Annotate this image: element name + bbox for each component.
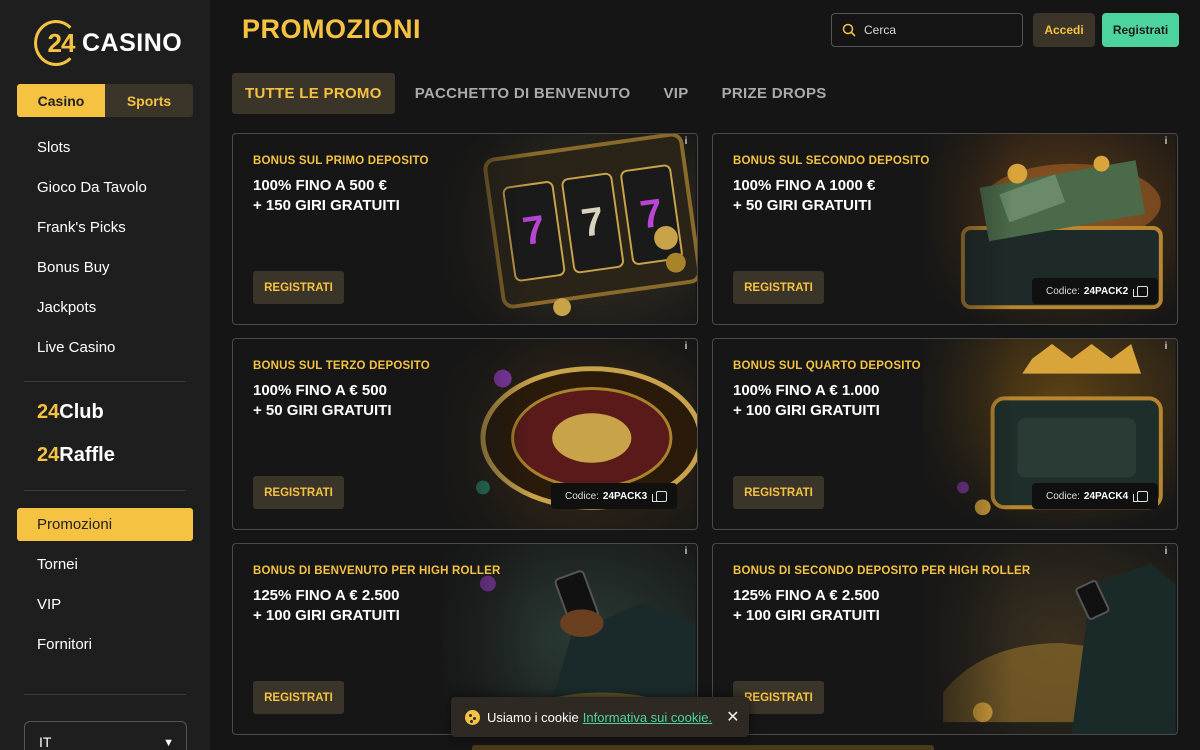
language-select[interactable]: IT ▼	[24, 721, 187, 750]
copy-icon[interactable]	[1133, 490, 1149, 502]
tab-welcome-package[interactable]: PACCHETTO DI BENVENUTO	[402, 73, 644, 114]
code-value: 24PACK2	[1083, 285, 1129, 297]
art-fade	[413, 339, 533, 529]
info-icon[interactable]: i	[679, 546, 693, 560]
sidebar-item-tornei[interactable]: Tornei	[0, 544, 210, 584]
app: 24 CASINO Casino Sports Slots Gioco Da T…	[0, 0, 1200, 750]
logo-text: CASINO	[82, 28, 183, 57]
close-icon[interactable]: ✕	[726, 707, 739, 727]
promo-code-chip: Codice: 24PACK3	[551, 483, 678, 509]
logo[interactable]: 24 CASINO	[34, 20, 182, 66]
promo-register-button[interactable]: REGISTRATI	[253, 476, 344, 509]
promo-offer: 125% FINO A € 2.500	[733, 587, 880, 604]
language-value: IT	[39, 734, 52, 750]
register-button[interactable]: Registrati	[1102, 13, 1179, 47]
sidebar-item-franks-picks[interactable]: Frank's Picks	[0, 207, 210, 247]
sidebar-link-24-club[interactable]: 24Club	[37, 401, 104, 424]
promo-card: i BONUS SUL QUARTO DEPOSITO 100% FINO A …	[712, 338, 1178, 530]
art-fade	[413, 134, 533, 324]
promo-offer: 100% FINO A 500 €	[253, 177, 387, 194]
info-icon[interactable]: i	[1159, 136, 1173, 150]
sidebar-divider	[24, 694, 186, 695]
code-label: Codice:	[565, 490, 599, 502]
info-icon[interactable]: i	[1159, 546, 1173, 560]
promo-code-chip: Codice: 24PACK2	[1032, 278, 1159, 304]
segment-casino[interactable]: Casino	[17, 84, 105, 117]
promo-code-chip: Codice: 24PACK4	[1032, 483, 1159, 509]
sidebar-link-24-raffle[interactable]: 24Raffle	[37, 444, 115, 467]
promo-offer: 100% FINO A € 1.000	[733, 382, 880, 399]
sidebar: 24 CASINO Casino Sports Slots Gioco Da T…	[0, 0, 210, 750]
code-value: 24PACK3	[602, 490, 648, 502]
cookie-banner: Usiamo i cookie Informativa sui cookie. …	[451, 697, 749, 737]
promo-card: i BONUS SUL SECONDO DEPOSITO 100% FINO A…	[712, 133, 1178, 325]
casino-sports-switch: Casino Sports	[17, 84, 193, 117]
search-icon	[842, 23, 856, 37]
promo-category: BONUS SUL TERZO DEPOSITO	[253, 360, 430, 372]
cookie-icon	[465, 709, 480, 725]
search-input[interactable]	[864, 23, 1014, 37]
promo-tabs: TUTTE LE PROMO PACCHETTO DI BENVENUTO VI…	[232, 72, 847, 114]
promo-card: i BONUS SUL TERZO DEPOSITO 100% FINO A €…	[232, 338, 698, 530]
page-title: PROMOZIONI	[242, 14, 421, 44]
promo-offer: 100% FINO A 1000 €	[733, 177, 876, 194]
login-button[interactable]: Accedi	[1033, 13, 1095, 47]
sidebar-divider	[24, 490, 186, 491]
sidebar-item-vip[interactable]: VIP	[0, 584, 210, 624]
promo-card: 7 7 7 i BONUS SUL PRIMO DEPOSITO 100% FI…	[232, 133, 698, 325]
code-label: Codice:	[1046, 490, 1080, 502]
promo-register-button[interactable]: REGISTRATI	[733, 271, 824, 304]
copy-icon[interactable]	[1133, 285, 1149, 297]
logo-ring-icon: 24	[34, 20, 78, 66]
sidebar-item-table-games[interactable]: Gioco Da Tavolo	[0, 167, 210, 207]
promo-spins: + 100 GIRI GRATUITI	[253, 607, 400, 624]
tab-all-promos[interactable]: TUTTE LE PROMO	[232, 72, 395, 114]
promo-spins: + 150 GIRI GRATUITI	[253, 197, 400, 214]
promo-category: BONUS SUL PRIMO DEPOSITO	[253, 155, 429, 167]
promo-register-button[interactable]: REGISTRATI	[733, 476, 824, 509]
info-icon[interactable]: i	[679, 341, 693, 355]
cookie-policy-link[interactable]: Informativa sui cookie.	[583, 710, 712, 725]
game-nav: Slots Gioco Da Tavolo Frank's Picks Bonu…	[0, 127, 210, 367]
promo-offer: 125% FINO A € 2.500	[253, 587, 400, 604]
code-label: Codice:	[1046, 285, 1080, 297]
next-card-edge	[472, 745, 934, 750]
promo-category: BONUS SUL QUARTO DEPOSITO	[733, 360, 921, 372]
promo-offer: 100% FINO A € 500	[253, 382, 387, 399]
sidebar-divider	[24, 381, 186, 382]
sidebar-item-jackpots[interactable]: Jackpots	[0, 287, 210, 327]
club-word: Club	[59, 401, 104, 423]
promo-register-button[interactable]: REGISTRATI	[253, 271, 344, 304]
tab-prize-drops[interactable]: PRIZE DROPS	[709, 73, 840, 114]
promo-category: BONUS DI BENVENUTO PER HIGH ROLLER	[253, 565, 501, 577]
sidebar-item-fornitori[interactable]: Fornitori	[0, 624, 210, 664]
club-number: 24	[37, 401, 60, 423]
sidebar-item-live-casino[interactable]: Live Casino	[0, 327, 210, 367]
segment-sports[interactable]: Sports	[105, 84, 193, 117]
raffle-word: Raffle	[59, 444, 115, 466]
cookie-text: Usiamo i cookie	[487, 709, 579, 725]
chevron-down-icon: ▼	[163, 737, 174, 749]
code-value: 24PACK4	[1083, 490, 1129, 502]
logo-number: 24	[47, 27, 76, 58]
promo-card: i BONUS DI SECONDO DEPOSITO PER HIGH ROL…	[712, 543, 1178, 735]
search-box[interactable]	[831, 13, 1023, 47]
copy-icon[interactable]	[652, 490, 668, 502]
info-icon[interactable]: i	[679, 136, 693, 150]
promo-spins: + 100 GIRI GRATUITI	[733, 402, 880, 419]
sidebar-item-slots[interactable]: Slots	[0, 127, 210, 167]
raffle-number: 24	[37, 444, 60, 466]
promo-register-button[interactable]: REGISTRATI	[253, 681, 344, 714]
promo-spins: + 50 GIRI GRATUITI	[253, 402, 392, 419]
tab-vip[interactable]: VIP	[651, 73, 702, 114]
sidebar-item-bonus-buy[interactable]: Bonus Buy	[0, 247, 210, 287]
promo-spins: + 100 GIRI GRATUITI	[733, 607, 880, 624]
secondary-nav: Tornei VIP Fornitori	[0, 544, 210, 664]
info-icon[interactable]: i	[1159, 341, 1173, 355]
sidebar-item-promozioni[interactable]: Promozioni	[17, 508, 193, 541]
promo-category: BONUS SUL SECONDO DEPOSITO	[733, 155, 930, 167]
promo-category: BONUS DI SECONDO DEPOSITO PER HIGH ROLLE…	[733, 565, 1031, 577]
promo-spins: + 50 GIRI GRATUITI	[733, 197, 872, 214]
